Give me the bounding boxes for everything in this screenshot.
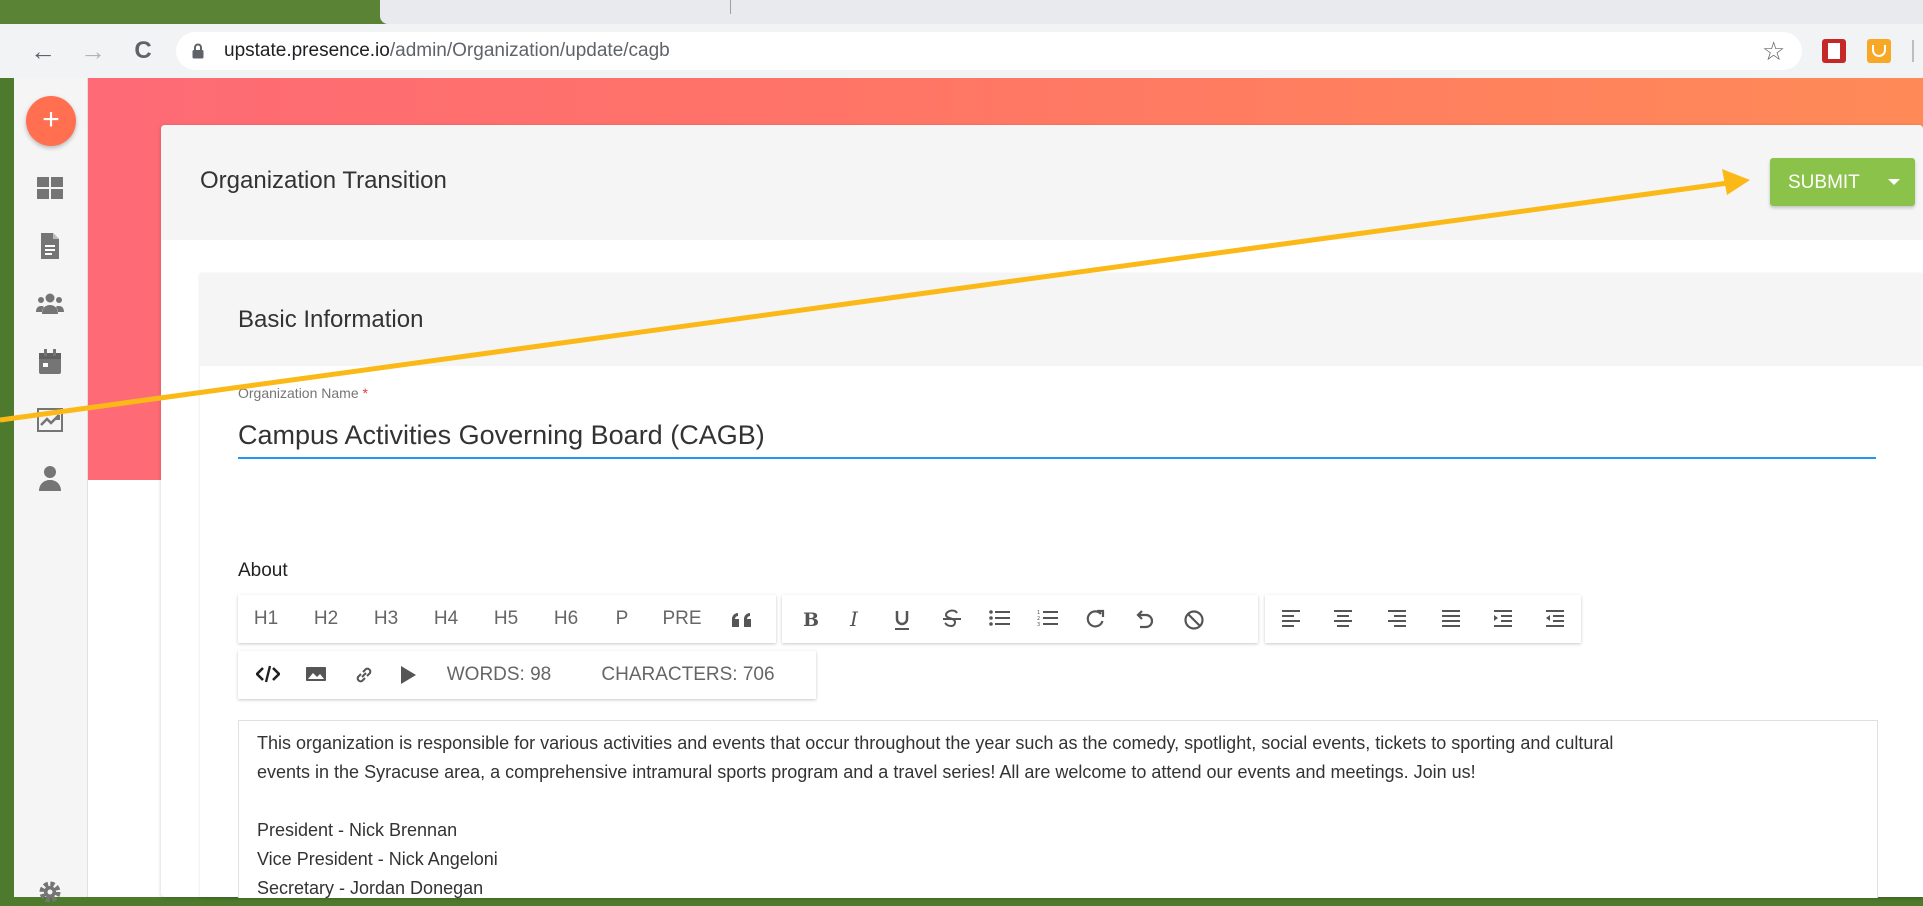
bold-icon[interactable]: B: [790, 595, 830, 643]
tab-divider: [730, 0, 731, 14]
quote-icon[interactable]: [722, 595, 762, 643]
about-label: About: [238, 560, 288, 581]
extension-icon-pocket[interactable]: [1867, 39, 1891, 63]
dashboard-icon[interactable]: [36, 174, 64, 202]
justify-icon[interactable]: [1431, 595, 1471, 643]
organization-name-label: Organization Name *: [238, 385, 368, 401]
submit-button[interactable]: SUBMIT: [1770, 158, 1915, 206]
editor-line: Secretary - Jordan Donegan: [257, 878, 484, 898]
svg-text:B: B: [803, 609, 818, 629]
image-icon[interactable]: [296, 651, 336, 699]
h1-button[interactable]: H1: [244, 595, 288, 643]
editor-line: This organization is responsible for var…: [257, 733, 1614, 753]
person-icon[interactable]: [36, 464, 64, 492]
h6-button[interactable]: H6: [544, 595, 588, 643]
analytics-icon[interactable]: [36, 406, 64, 434]
h4-button[interactable]: H4: [424, 595, 468, 643]
undo-icon[interactable]: [1124, 595, 1164, 643]
browser-tab[interactable]: [380, 0, 1923, 24]
link-icon[interactable]: [344, 651, 384, 699]
organization-name-label-text: Organization Name: [238, 385, 359, 401]
svg-text:I: I: [849, 609, 859, 629]
section-header: [200, 273, 1923, 366]
back-icon[interactable]: ←: [28, 36, 58, 66]
video-play-icon[interactable]: [388, 651, 428, 699]
paragraph-button[interactable]: P: [606, 595, 638, 643]
character-count: CHARACTERS: 706: [601, 664, 775, 685]
italic-icon[interactable]: I: [836, 595, 876, 643]
h5-button[interactable]: H5: [484, 595, 528, 643]
heading-format-group: H1 H2 H3 H4 H5 H6 P PRE: [238, 595, 776, 643]
align-right-icon[interactable]: [1377, 595, 1417, 643]
redo-icon[interactable]: [1076, 595, 1116, 643]
groups-icon[interactable]: [36, 290, 64, 318]
editor-line: President - Nick Brennan: [257, 820, 458, 840]
editor-line: events in the Syracuse area, a comprehen…: [257, 762, 1476, 782]
toolbar-separator: [1912, 40, 1914, 62]
clear-format-icon[interactable]: [1174, 595, 1214, 643]
numbered-list-icon[interactable]: 123: [1028, 595, 1068, 643]
reload-icon[interactable]: C: [128, 36, 158, 66]
strikethrough-icon[interactable]: [932, 595, 972, 643]
code-view-icon[interactable]: [248, 651, 288, 699]
url-text[interactable]: upstate.presence.io/admin/Organization/u…: [224, 40, 670, 62]
forward-icon[interactable]: →: [78, 36, 108, 66]
required-asterisk: *: [362, 385, 368, 401]
bullet-list-icon[interactable]: [980, 595, 1020, 643]
calendar-icon[interactable]: [36, 348, 64, 376]
indent-icon[interactable]: [1483, 595, 1523, 643]
editor-line: Vice President - Nick Angeloni: [257, 849, 498, 869]
settings-icon[interactable]: [36, 878, 64, 906]
url-host: upstate.presence.io: [224, 40, 390, 61]
add-button[interactable]: +: [26, 96, 76, 146]
lock-icon: [192, 43, 204, 59]
h3-button[interactable]: H3: [364, 595, 408, 643]
outdent-icon[interactable]: [1535, 595, 1575, 643]
extension-icon-red[interactable]: [1822, 39, 1846, 63]
underline-icon[interactable]: [882, 595, 922, 643]
insert-group: WORDS: 98 CHARACTERS: 706: [238, 651, 816, 699]
chevron-down-icon[interactable]: [1888, 179, 1900, 185]
align-left-icon[interactable]: [1271, 595, 1311, 643]
alignment-group: [1265, 595, 1581, 643]
submit-button-label: SUBMIT: [1788, 172, 1860, 193]
page-title: Organization Transition: [200, 167, 447, 194]
svg-text:3: 3: [1037, 622, 1040, 627]
section-title: Basic Information: [238, 306, 424, 333]
bookmark-star-icon[interactable]: ☆: [1762, 36, 1785, 66]
organization-name-input[interactable]: [238, 413, 1876, 459]
align-center-icon[interactable]: [1323, 595, 1363, 643]
url-path: /admin/Organization/update/cagb: [389, 40, 670, 61]
document-icon[interactable]: [36, 232, 64, 260]
text-format-group: B I 123: [782, 595, 1258, 643]
pre-button[interactable]: PRE: [656, 595, 708, 643]
h2-button[interactable]: H2: [304, 595, 348, 643]
word-count: WORDS: 98: [446, 664, 552, 685]
